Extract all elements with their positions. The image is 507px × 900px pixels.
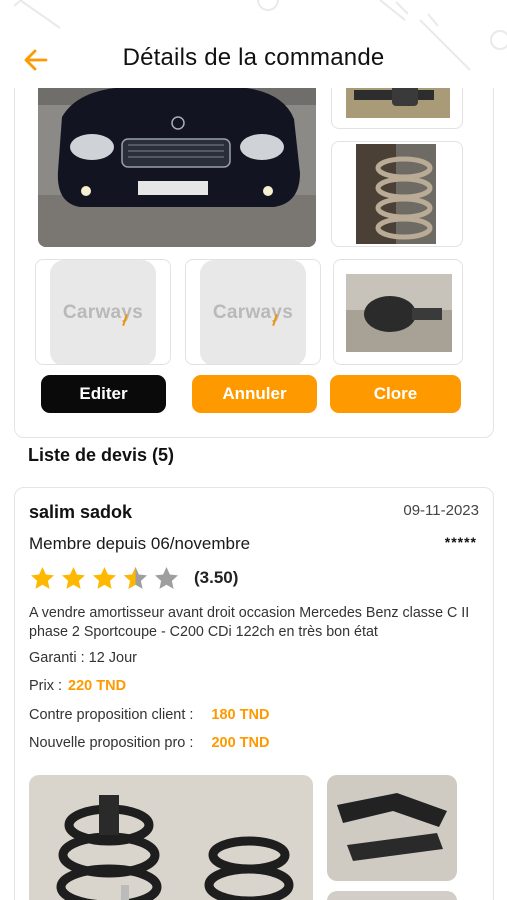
shock-absorber-image: [346, 88, 450, 118]
car-image: [38, 88, 316, 247]
price-label: Prix :: [29, 678, 63, 694]
suspension-arm-image: [327, 775, 457, 881]
car-main-photo[interactable]: [38, 88, 316, 247]
app-header: Détails de la commande: [0, 0, 507, 88]
part-thumbnail-2[interactable]: [331, 141, 463, 247]
quote-photo-3[interactable]: [327, 891, 457, 900]
rating-row: (3.50): [29, 564, 238, 592]
close-order-button[interactable]: Clore: [330, 375, 461, 413]
price-row: Prix : 220 TND: [29, 678, 126, 694]
client-counter-value: 180 TND: [211, 707, 270, 723]
part-thumbnail-3[interactable]: [333, 259, 463, 365]
pro-counter-row: Nouvelle proposition pro : 200 TND: [29, 735, 269, 751]
price-value: 220 TND: [68, 678, 127, 694]
pro-counter-label: Nouvelle proposition pro :: [29, 735, 194, 751]
member-since: Membre depuis 06/novembre: [29, 534, 251, 553]
page-title: Détails de la commande: [122, 44, 385, 71]
rating-value: (3.50): [194, 568, 239, 587]
quote-description: A vendre amortisseur avant droit occasio…: [29, 605, 470, 640]
pro-counter-value: 200 TND: [211, 735, 270, 751]
image-placeholder-2[interactable]: Carways: [185, 259, 321, 365]
masked-phone: *****: [444, 534, 477, 550]
cancel-button[interactable]: Annuler: [192, 375, 317, 413]
quote-photo-2[interactable]: [327, 775, 457, 881]
image-placeholder-1[interactable]: Carways: [35, 259, 171, 365]
coil-spring-image: [356, 144, 436, 244]
part-image: [327, 891, 457, 900]
strut-mount-image: [346, 274, 452, 352]
carways-logo-text: Carways: [212, 302, 294, 323]
star-half-icon: [124, 566, 147, 589]
shock-absorbers-image: [29, 775, 313, 900]
carways-logo-text: Carways: [62, 302, 144, 323]
seller-name: salim sadok: [29, 502, 133, 522]
quote-date: 09-11-2023: [403, 502, 479, 519]
edit-button[interactable]: Editer: [41, 375, 166, 413]
part-thumbnail-1[interactable]: [331, 88, 463, 129]
quotes-heading: Liste de devis (5): [28, 445, 175, 465]
star-full-icon: [31, 566, 54, 589]
star-empty-icon: [155, 566, 178, 589]
warranty: Garanti : 12 Jour: [29, 650, 137, 666]
quote-card[interactable]: salim sadok 09-11-2023 Membre depuis 06/…: [14, 487, 494, 900]
content-scroll[interactable]: Carways Carways Editer Annuler Clore Lis…: [0, 88, 507, 900]
client-counter-row: Contre proposition client : 180 TND: [29, 707, 269, 723]
quote-photo-main[interactable]: [29, 775, 313, 900]
star-full-icon: [62, 566, 85, 589]
order-card: Carways Carways Editer Annuler Clore: [14, 88, 494, 438]
carways-placeholder: Carways: [50, 260, 156, 364]
client-counter-label: Contre proposition client :: [29, 707, 194, 723]
carways-placeholder: Carways: [200, 260, 306, 364]
star-full-icon: [93, 566, 116, 589]
